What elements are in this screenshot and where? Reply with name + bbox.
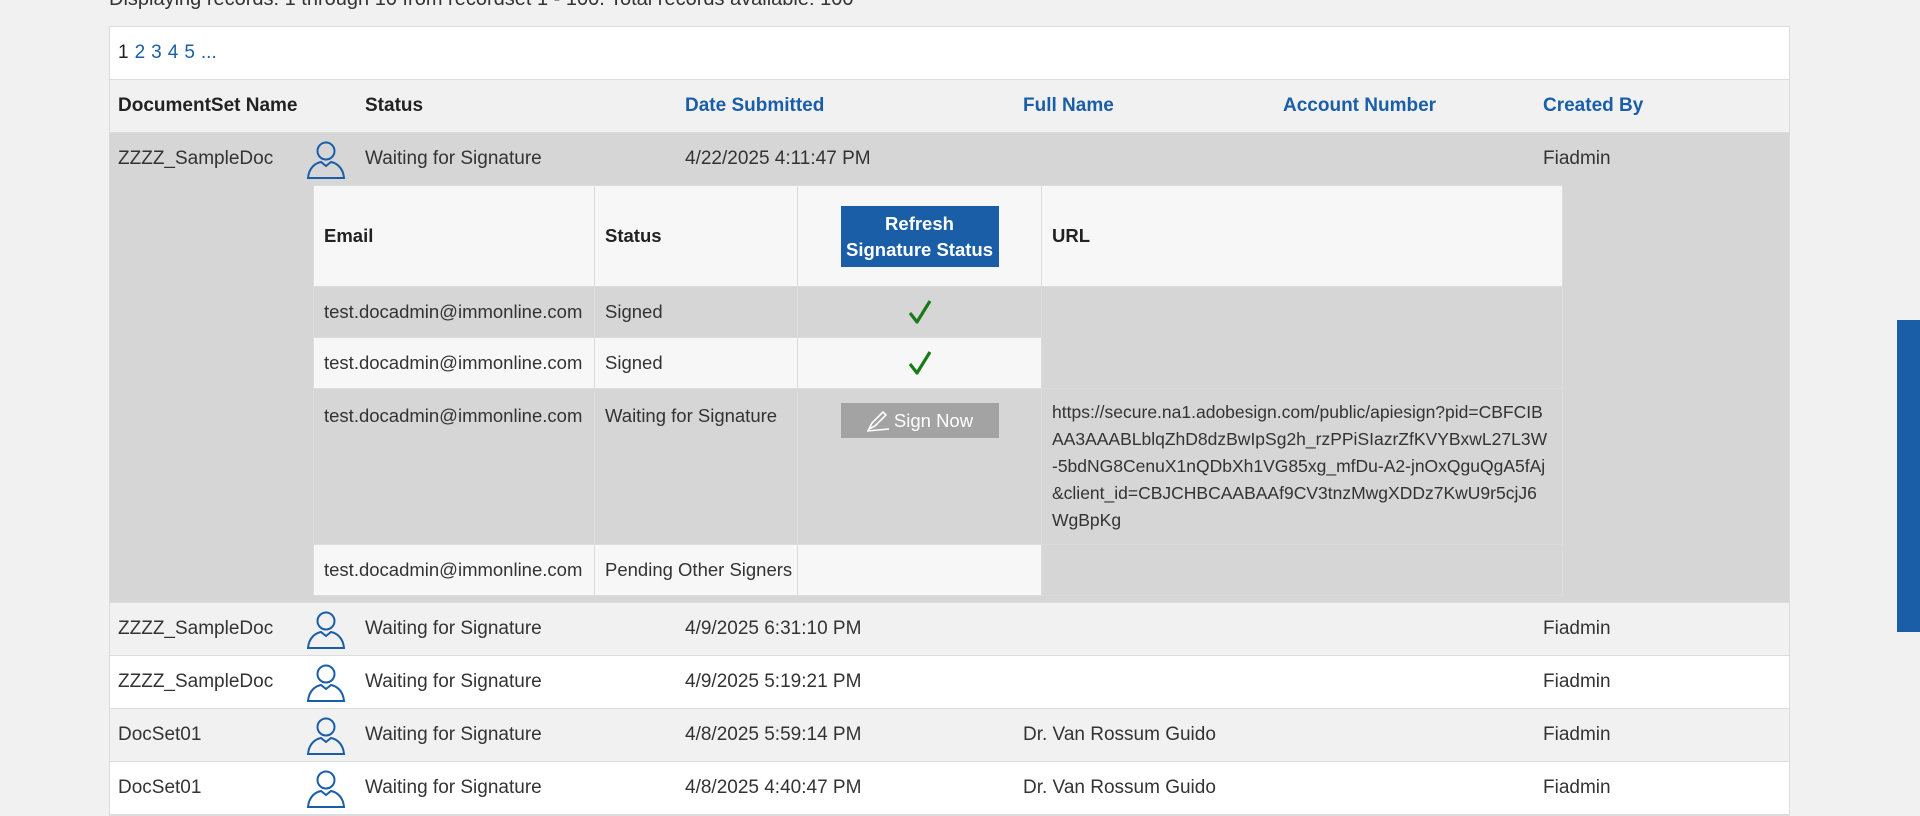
cell-status: Waiting for Signature — [357, 132, 677, 185]
cell-full-name: Dr. Van Rossum Guido — [1015, 708, 1275, 762]
cell-signers-toggle[interactable] — [303, 655, 357, 709]
signer-email: test.docadmin@immonline.com — [313, 544, 595, 596]
cell-full-name — [1015, 655, 1275, 709]
signers-detail-row: Email Status Refresh Signature Status UR… — [110, 185, 1789, 603]
cell-docset-name: ZZZZ_SampleDoc — [110, 602, 303, 656]
user-outline-icon[interactable] — [305, 767, 347, 809]
signers-header-row: Email Status Refresh Signature Status UR… — [313, 185, 1563, 287]
col-header-status: Status — [357, 80, 677, 133]
cell-full-name — [1015, 602, 1275, 656]
documents-table: DocumentSet Name Status Date Submitted F… — [110, 80, 1789, 815]
col-header-full-name[interactable]: Full Name — [1015, 80, 1275, 133]
pager-page-4[interactable]: 4 — [168, 42, 179, 64]
table-row[interactable]: DocSet01 Waiting for Signature 4/8/2025 … — [110, 761, 1789, 815]
user-outline-icon[interactable] — [305, 714, 347, 756]
cell-date-submitted: 4/9/2025 5:19:21 PM — [677, 655, 1015, 709]
table-row[interactable]: ZZZZ_SampleDoc Waiting for Signature 4/9… — [110, 655, 1789, 709]
user-outline-icon[interactable] — [305, 138, 347, 180]
col-header-name: DocumentSet Name — [110, 80, 303, 133]
pager-current-page: 1 — [118, 42, 129, 63]
cell-status: Waiting for Signature — [357, 655, 677, 709]
col-header-date-submitted[interactable]: Date Submitted — [677, 80, 1015, 133]
cell-docset-name: ZZZZ_SampleDoc — [110, 655, 303, 709]
cell-full-name: Dr. Van Rossum Guido — [1015, 761, 1275, 815]
table-header-row: DocumentSet Name Status Date Submitted F… — [110, 80, 1789, 133]
signers-header-action: Refresh Signature Status — [797, 185, 1042, 287]
signer-row: test.docadmin@immonline.com Waiting for … — [313, 388, 1563, 545]
cell-date-submitted: 4/8/2025 5:59:14 PM — [677, 708, 1015, 762]
signer-email: test.docadmin@immonline.com — [313, 286, 595, 338]
cell-signers-toggle[interactable] — [303, 761, 357, 815]
sign-now-label: Sign Now — [893, 409, 974, 431]
signer-action-cell: Sign Now — [797, 388, 1042, 545]
refresh-button-line2: Signature Status — [846, 238, 993, 260]
signer-status: Signed — [594, 286, 798, 338]
pager-page-2[interactable]: 2 — [135, 42, 146, 64]
cell-status: Waiting for Signature — [357, 708, 677, 762]
signer-action-cell — [797, 337, 1042, 389]
cell-created-by: Fiadmin — [1535, 602, 1789, 656]
cell-docset-name: DocSet01 — [110, 708, 303, 762]
table-row[interactable]: DocSet01 Waiting for Signature 4/8/2025 … — [110, 708, 1789, 762]
signer-status: Pending Other Signers — [594, 544, 798, 596]
signers-header-url: URL — [1041, 185, 1563, 287]
cell-account-number — [1275, 132, 1535, 185]
refresh-signature-status-button[interactable]: Refresh Signature Status — [840, 205, 999, 267]
signer-url-empty — [1041, 286, 1563, 389]
signer-row: test.docadmin@immonline.com Pending Othe… — [313, 544, 1563, 596]
signer-email: test.docadmin@immonline.com — [313, 388, 595, 545]
sign-now-button[interactable]: Sign Now — [840, 403, 999, 438]
cell-signers-toggle[interactable] — [303, 708, 357, 762]
col-header-icon — [303, 80, 357, 133]
cell-full-name — [1015, 132, 1275, 185]
cell-status: Waiting for Signature — [357, 761, 677, 815]
col-header-account-number[interactable]: Account Number — [1275, 80, 1535, 133]
cell-created-by: Fiadmin — [1535, 761, 1789, 815]
cell-account-number — [1275, 655, 1535, 709]
signer-row: test.docadmin@immonline.com Signed — [313, 286, 1563, 389]
col-header-created-by[interactable]: Created By — [1535, 80, 1789, 133]
cell-date-submitted: 4/8/2025 4:40:47 PM — [677, 761, 1015, 815]
cell-account-number — [1275, 761, 1535, 815]
cell-docset-name: ZZZZ_SampleDoc — [110, 132, 303, 185]
documents-grid: 1 2 3 4 5 ... DocumentSet Name Status Da… — [109, 26, 1790, 816]
signer-action-cell — [797, 286, 1042, 338]
pager-more[interactable]: ... — [201, 42, 217, 64]
signers-header-email: Email — [313, 185, 595, 287]
signer-email: test.docadmin@immonline.com — [313, 337, 595, 389]
checkmark-icon — [908, 351, 931, 375]
cell-date-submitted: 4/9/2025 6:31:10 PM — [677, 602, 1015, 656]
pen-icon — [866, 410, 889, 432]
signer-sign-url[interactable]: https://secure.na1.adobesign.com/public/… — [1041, 388, 1563, 545]
signer-action-cell — [797, 544, 1042, 596]
signers-header-status: Status — [594, 185, 798, 287]
refresh-button-line1: Refresh — [885, 212, 954, 234]
user-outline-icon[interactable] — [305, 608, 347, 650]
cell-account-number — [1275, 708, 1535, 762]
pager-page-3[interactable]: 3 — [151, 42, 162, 64]
side-scroll-tab[interactable] — [1897, 320, 1920, 632]
table-row[interactable]: ZZZZ_SampleDoc Waiting for Signature 4/2… — [110, 132, 1789, 185]
records-info: Displaying records: 1 through 10 from re… — [109, 0, 853, 11]
checkmark-icon — [908, 300, 931, 324]
table-row[interactable]: ZZZZ_SampleDoc Waiting for Signature 4/9… — [110, 602, 1789, 656]
cell-docset-name: DocSet01 — [110, 761, 303, 815]
pager-page-5[interactable]: 5 — [184, 42, 195, 64]
cell-account-number — [1275, 602, 1535, 656]
cell-created-by: Fiadmin — [1535, 655, 1789, 709]
signers-detail-cell: Email Status Refresh Signature Status UR… — [110, 185, 1789, 603]
cell-created-by: Fiadmin — [1535, 132, 1789, 185]
signer-status: Waiting for Signature — [594, 388, 798, 545]
cell-signers-toggle[interactable] — [303, 132, 357, 185]
pager: 1 2 3 4 5 ... — [110, 27, 1789, 80]
cell-signers-toggle[interactable] — [303, 602, 357, 656]
signers-table: Email Status Refresh Signature Status UR… — [313, 185, 1563, 596]
cell-date-submitted: 4/22/2025 4:11:47 PM — [677, 132, 1015, 185]
cell-status: Waiting for Signature — [357, 602, 677, 656]
user-outline-icon[interactable] — [305, 661, 347, 703]
cell-created-by: Fiadmin — [1535, 708, 1789, 762]
signer-url-empty — [1041, 544, 1563, 596]
signer-status: Signed — [594, 337, 798, 389]
